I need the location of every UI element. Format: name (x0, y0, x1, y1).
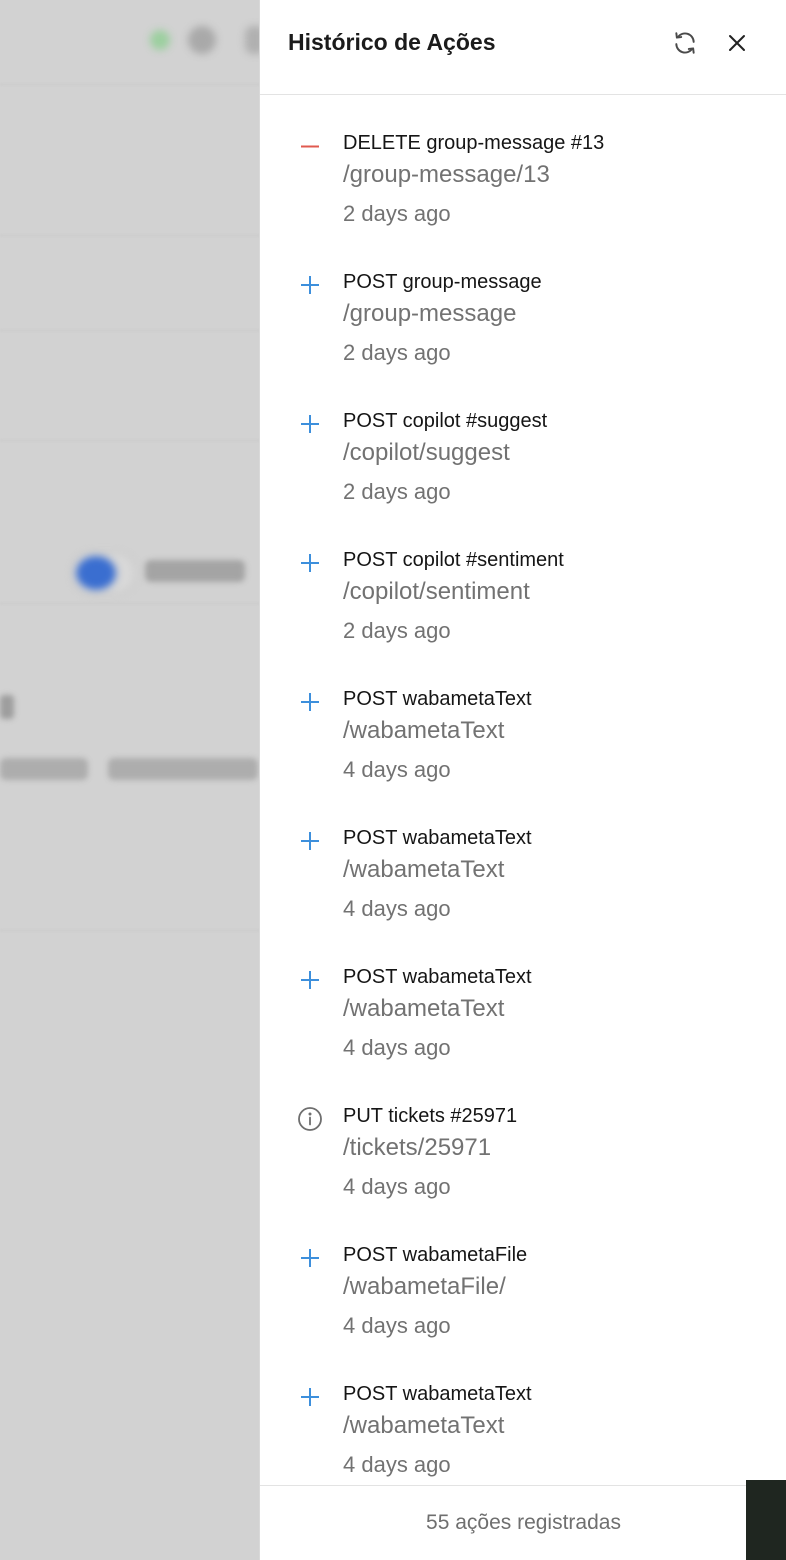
action-path: /wabametaText (343, 1412, 505, 1439)
action-time: 2 days ago (343, 201, 451, 226)
action-item[interactable]: POST wabametaText /wabametaText 4 days a… (260, 1346, 786, 1485)
background-status-dot (150, 30, 170, 50)
action-item[interactable]: DELETE group-message #13 /group-message/… (260, 95, 786, 234)
plus-icon (296, 1383, 324, 1411)
action-path: /group-message (343, 300, 517, 327)
close-button[interactable] (720, 26, 754, 60)
action-item[interactable]: POST wabametaText /wabametaText 4 days a… (260, 790, 786, 929)
background-app (0, 0, 260, 1560)
background-icon (188, 26, 216, 54)
action-title: PUT tickets #25971 (343, 1105, 518, 1127)
refresh-icon (675, 32, 695, 54)
action-title: POST copilot #sentiment (343, 549, 564, 571)
action-list: DELETE group-message #13 /group-message/… (260, 95, 786, 1485)
action-time: 4 days ago (343, 1035, 451, 1060)
action-path: /wabametaFile/ (343, 1273, 506, 1300)
action-path: /copilot/suggest (343, 439, 510, 466)
action-time: 4 days ago (343, 1452, 451, 1477)
action-path: /group-message/13 (343, 161, 550, 188)
action-item[interactable]: POST copilot #sentiment /copilot/sentime… (260, 512, 786, 651)
background-icon (245, 26, 260, 54)
plus-icon (296, 410, 324, 438)
close-icon (729, 35, 745, 51)
action-item[interactable]: POST copilot #suggest /copilot/suggest 2… (260, 373, 786, 512)
action-title: POST wabametaText (343, 1383, 532, 1405)
drawer-footer: 55 ações registradas (260, 1485, 786, 1560)
action-path: /wabametaText (343, 995, 505, 1022)
background-toggle-knob (76, 556, 116, 590)
plus-icon (296, 966, 324, 994)
action-time: 4 days ago (343, 1174, 451, 1199)
info-icon (296, 1105, 324, 1133)
action-history-drawer: Histórico de Ações DELETE group-message … (259, 0, 786, 1560)
action-item[interactable]: PUT tickets #25971 /tickets/25971 4 days… (260, 1068, 786, 1207)
plus-icon (296, 1244, 324, 1272)
plus-icon (296, 271, 324, 299)
action-time: 4 days ago (343, 1313, 451, 1338)
action-time: 4 days ago (343, 896, 451, 921)
action-title: POST wabametaFile (343, 1244, 528, 1266)
action-time: 4 days ago (343, 757, 451, 782)
action-title: POST wabametaText (343, 688, 532, 710)
action-time: 2 days ago (343, 618, 451, 643)
drawer-title: Histórico de Ações (288, 29, 496, 55)
action-time: 2 days ago (343, 479, 451, 504)
action-item[interactable]: POST wabametaText /wabametaText 4 days a… (260, 929, 786, 1068)
action-item[interactable]: POST wabametaFile /wabametaFile/ 4 days … (260, 1207, 786, 1346)
minus-icon (296, 132, 324, 160)
action-title: DELETE group-message #13 (343, 132, 605, 154)
plus-icon (296, 549, 324, 577)
action-path: /tickets/25971 (343, 1134, 492, 1161)
action-path: /wabametaText (343, 717, 505, 744)
action-item[interactable]: POST group-message /group-message 2 days… (260, 234, 786, 373)
drawer-header: Histórico de Ações (260, 0, 786, 95)
plus-icon (296, 688, 324, 716)
action-title: POST copilot #suggest (343, 410, 548, 432)
refresh-button[interactable] (668, 26, 702, 60)
action-time: 2 days ago (343, 340, 451, 365)
action-title: POST wabametaText (343, 827, 532, 849)
action-title: POST wabametaText (343, 966, 532, 988)
action-title: POST group-message (343, 271, 542, 293)
action-path: /wabametaText (343, 856, 505, 883)
plus-icon (296, 827, 324, 855)
action-item[interactable]: POST wabametaText /wabametaText 4 days a… (260, 651, 786, 790)
action-count: 55 ações registradas (426, 1511, 621, 1534)
action-path: /copilot/sentiment (343, 578, 530, 605)
window-corner (746, 1480, 786, 1560)
